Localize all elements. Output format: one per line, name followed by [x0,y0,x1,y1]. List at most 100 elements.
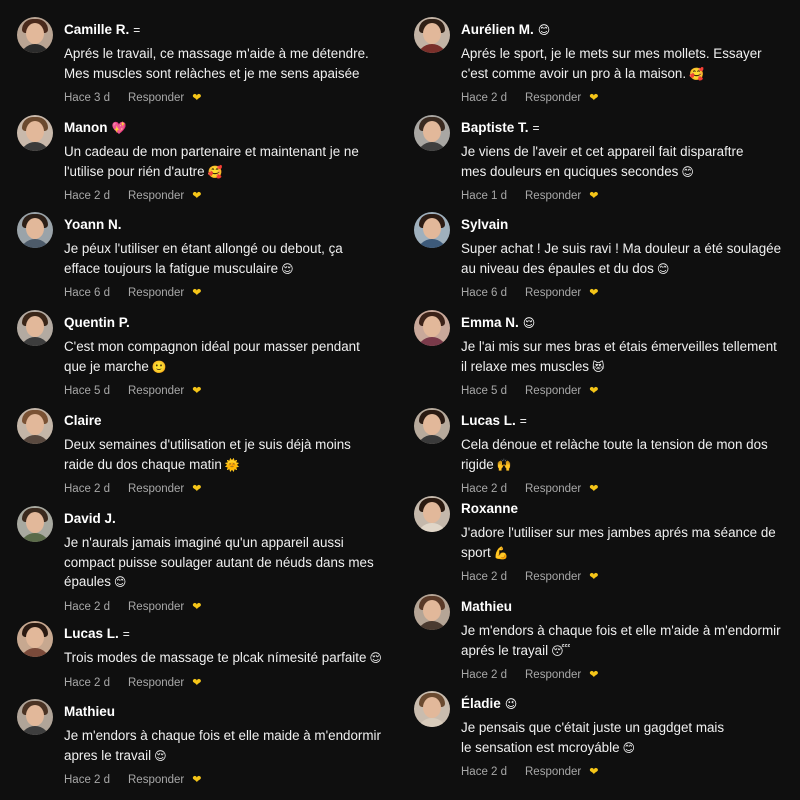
commenter-name[interactable]: David J. [64,511,116,526]
heart-icon[interactable]: ❤ [589,668,601,681]
commenter-name[interactable]: Lucas L. [64,626,119,641]
commenter-name[interactable]: Aurélien M. [461,22,534,37]
name-emoji: = [133,23,141,37]
avatar[interactable] [17,212,53,248]
commenter-name-row: Aurélien M. 😊 [461,22,550,37]
heart-icon[interactable]: ❤ [589,765,601,778]
avatar[interactable] [17,17,53,53]
reply-button[interactable]: Responder [128,601,184,613]
comment-meta: Hace 1 d Responder ❤ [461,189,601,202]
commenter-name[interactable]: Claire [64,413,102,428]
avatar[interactable] [17,408,53,444]
heart-icon[interactable]: ❤ [192,600,204,613]
avatar-body [20,435,50,444]
heart-icon[interactable]: ❤ [192,286,204,299]
comment-emoji: 😻 [592,359,605,374]
comment-text: Je pensais que c'était juste un gagdget … [461,718,800,758]
avatar-face [26,705,44,726]
avatar[interactable] [414,310,450,346]
commenter-name[interactable]: Baptiste T. [461,120,529,135]
heart-icon[interactable]: ❤ [589,384,601,397]
reply-button[interactable]: Responder [525,766,581,778]
reply-button[interactable]: Responder [525,669,581,681]
heart-icon[interactable]: ❤ [192,482,204,495]
comment-text-content: Je l'ai mis sur mes bras et étais émerve… [461,339,777,374]
commenter-name[interactable]: Yoann N. [64,217,122,232]
comment-text: Aprés le sport, je le mets sur mes molle… [461,44,800,84]
reply-button[interactable]: Responder [128,774,184,786]
comment-meta: Hace 6 d Responder ❤ [64,286,204,299]
comment-text: Un cadeau de mon partenaire et maintenan… [64,142,399,182]
avatar[interactable] [17,621,53,657]
avatar-body [20,648,50,657]
reply-button[interactable]: Responder [525,92,581,104]
commenter-name[interactable]: Éladie [461,696,501,711]
avatar-face [423,23,441,44]
commenter-name[interactable]: Quentin P. [64,315,130,330]
comment-emoji: 🥰 [207,164,223,179]
avatar[interactable] [414,594,450,630]
avatar-face [423,316,441,337]
heart-icon[interactable]: ❤ [589,286,601,299]
name-emoji: 💖 [111,121,127,135]
reply-button[interactable]: Responder [525,287,581,299]
comment-meta: Hace 3 d Responder ❤ [64,91,204,104]
comment-timestamp: Hace 2 d [461,483,508,495]
commenter-name[interactable]: Mathieu [461,599,512,614]
reply-button[interactable]: Responder [525,483,581,495]
reply-button[interactable]: Responder [525,190,581,202]
comment-text-content: Je m'endors à chaque fois et elle maide … [64,728,381,763]
commenter-name[interactable]: Roxanne [461,501,518,516]
avatar-body [20,239,50,248]
avatar[interactable] [414,17,450,53]
comment-text-content: Je m'endors à chaque fois et elle m'aide… [461,623,781,658]
comment-text-content: Deux semaines d'utilisation et je suis d… [64,437,351,472]
comment-timestamp: Hace 2 d [461,669,508,681]
reply-button[interactable]: Responder [128,287,184,299]
avatar[interactable] [17,506,53,542]
heart-icon[interactable]: ❤ [192,773,204,786]
commenter-name[interactable]: Emma N. [461,315,519,330]
reply-button[interactable]: Responder [128,190,184,202]
comment-text: Je m'endors à chaque fois et elle maide … [64,726,399,766]
heart-icon[interactable]: ❤ [589,91,601,104]
avatar[interactable] [414,691,450,727]
heart-icon[interactable]: ❤ [589,570,601,583]
heart-icon[interactable]: ❤ [192,189,204,202]
avatar[interactable] [414,496,450,532]
commenter-name[interactable]: Sylvain [461,217,508,232]
commenter-name[interactable]: Manon [64,120,108,135]
name-emoji: = [122,627,130,641]
heart-icon[interactable]: ❤ [589,189,601,202]
comment-text: Super achat ! Je suis ravi ! Ma douleur … [461,239,800,279]
comment-text-content: Je péux l'utiliser en étant allongé ou d… [64,241,343,276]
reply-button[interactable]: Responder [128,483,184,495]
commenter-name[interactable]: Lucas L. [461,413,516,428]
reply-button[interactable]: Responder [128,385,184,397]
avatar[interactable] [414,212,450,248]
heart-icon[interactable]: ❤ [589,482,601,495]
comment-text-content: C'est mon compagnon idéal pour masser pe… [64,339,360,374]
heart-icon[interactable]: ❤ [192,91,204,104]
commenter-name-row: Éladie 😉 [461,696,517,711]
avatar[interactable] [414,115,450,151]
heart-icon[interactable]: ❤ [192,384,204,397]
reply-button[interactable]: Responder [525,385,581,397]
reply-button[interactable]: Responder [525,571,581,583]
reply-button[interactable]: Responder [128,92,184,104]
heart-icon[interactable]: ❤ [192,676,204,689]
commenter-name[interactable]: Mathieu [64,704,115,719]
avatar[interactable] [17,310,53,346]
comment-text-content: Aprés le sport, je le mets sur mes molle… [461,46,762,81]
commenter-name-row: Claire [64,413,102,428]
comment-emoji: 😊 [681,164,694,179]
commenter-name[interactable]: Camille R. [64,22,129,37]
comment-emoji: 🥰 [689,66,705,81]
comment-emoji: 🙂 [151,359,167,374]
comment-meta: Hace 2 d Responder ❤ [461,765,601,778]
comment-text-content: Super achat ! Je suis ravi ! Ma douleur … [461,241,782,276]
reply-button[interactable]: Responder [128,677,184,689]
avatar[interactable] [17,115,53,151]
avatar[interactable] [414,408,450,444]
avatar[interactable] [17,699,53,735]
